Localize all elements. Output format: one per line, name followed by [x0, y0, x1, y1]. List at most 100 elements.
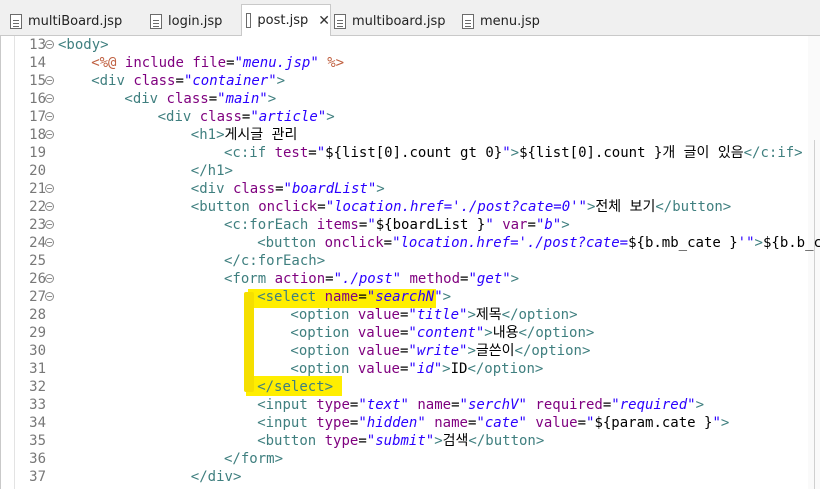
- code-token: >: [267, 91, 277, 107]
- code-token: <c:forEach: [224, 217, 317, 233]
- tab-multiboard-jsp[interactable]: multiboard.jsp: [330, 8, 446, 34]
- tab-label: post.jsp: [257, 13, 309, 28]
- code-line[interactable]: 24− <button onclick="location.href='./pos…: [0, 234, 820, 252]
- code-line[interactable]: 21− <div class="boardList">: [0, 180, 820, 198]
- fold-toggle-icon[interactable]: −: [45, 292, 54, 301]
- fold-toggle-icon[interactable]: −: [45, 112, 54, 121]
- code-token: 전체 보기: [595, 199, 656, 215]
- code-token: type: [316, 415, 350, 431]
- code-token: </form>: [224, 451, 284, 467]
- code-token: onclick: [324, 235, 384, 251]
- fold-toggle-icon[interactable]: −: [45, 202, 54, 211]
- code-line[interactable]: 26− <form action="./post" method="get">: [0, 270, 820, 288]
- code-line[interactable]: 34 <input type="hidden" name="cate" value…: [0, 414, 820, 432]
- code-token: %>: [318, 55, 345, 71]
- code-text: </h1>: [191, 162, 233, 180]
- code-token: ${b.b_caten: [762, 235, 820, 251]
- fold-toggle-icon[interactable]: −: [45, 220, 54, 229]
- code-token: 내용: [492, 325, 519, 341]
- code-token: <button: [190, 199, 259, 215]
- code-token: type: [316, 397, 350, 413]
- code-token: action: [274, 271, 326, 287]
- code-line[interactable]: 25 </c:forEach>: [0, 252, 820, 270]
- fold-toggle-icon[interactable]: −: [45, 184, 54, 193]
- code-line[interactable]: 35 <button type="submit">검색</button>: [0, 432, 820, 450]
- fold-toggle-icon[interactable]: −: [45, 130, 54, 139]
- code-token: =: [358, 289, 367, 305]
- code-token: name: [434, 415, 468, 431]
- code-token: test: [274, 145, 309, 161]
- code-token: "location.href='./post?cate=0'": [325, 199, 587, 215]
- fold-toggle-icon[interactable]: −: [45, 76, 54, 85]
- code-token: class: [232, 181, 276, 197]
- fold-toggle-icon[interactable]: −: [45, 238, 54, 247]
- code-token: ": [712, 415, 721, 431]
- code-line[interactable]: 22− <button onclick="location.href='./pos…: [0, 198, 820, 216]
- code-line[interactable]: 27− <select name="searchN">: [0, 288, 820, 306]
- code-token: 검색: [442, 433, 469, 449]
- tab-menu-jsp[interactable]: menu.jsp: [458, 8, 540, 34]
- code-line[interactable]: 36 </form>: [0, 450, 820, 468]
- code-line[interactable]: 20 </h1>: [0, 162, 820, 180]
- code-line[interactable]: 30 <option value="write">글쓴이</option>: [0, 342, 820, 360]
- code-line[interactable]: 16− <div class="main">: [0, 90, 820, 108]
- code-token: </select>: [257, 379, 334, 395]
- line-number: 22: [29, 199, 46, 215]
- code-line[interactable]: 17− <div class="article">: [0, 108, 820, 126]
- code-token: </option>: [501, 307, 578, 323]
- code-line[interactable]: 14 <%@ include file="menu.jsp" %>: [0, 54, 820, 72]
- code-token: =: [325, 271, 334, 287]
- code-line[interactable]: 28 <option value="title">제목</option>: [0, 306, 820, 324]
- code-token: "required": [611, 397, 696, 413]
- code-text: </select>: [257, 378, 333, 396]
- code-token: >: [376, 181, 385, 197]
- code-line[interactable]: 29 <option value="content">내용</option>: [0, 324, 820, 342]
- code-line[interactable]: 23− <c:forEach items="${boardList }" var=…: [0, 216, 820, 234]
- code-line[interactable]: 33 <input type="text" name="serchV" requi…: [0, 396, 820, 414]
- code-token: ${list[0].count gt 0}: [325, 145, 503, 161]
- code-token: value: [357, 325, 400, 341]
- code-token: <h1>: [190, 127, 225, 143]
- fold-toggle-icon[interactable]: −: [45, 274, 54, 283]
- code-line[interactable]: 32 </select>: [0, 378, 820, 396]
- tab-multiboard-jsp[interactable]: multiBoard.jsp: [6, 8, 122, 34]
- code-token: "submit": [366, 433, 435, 449]
- tab-login-jsp[interactable]: login.jsp: [146, 8, 222, 34]
- code-line[interactable]: 15− <div class="container">: [0, 72, 820, 90]
- code-text: <h1>게시글 관리: [191, 126, 298, 144]
- code-token: value: [535, 415, 578, 431]
- code-token: var: [502, 217, 528, 233]
- line-number: 32: [29, 379, 46, 395]
- tab-post-jsp[interactable]: post.jsp ✕: [241, 4, 331, 36]
- code-line[interactable]: 37 </div>: [0, 468, 820, 486]
- code-line[interactable]: 31 <option value="id">ID</option>: [0, 360, 820, 378]
- code-token: '": [737, 235, 755, 251]
- code-line[interactable]: 19 <c:if test="${list[0].count gt 0}">${l…: [0, 144, 820, 162]
- line-number: 36: [29, 451, 46, 467]
- line-number: 37: [29, 469, 46, 485]
- tab-label: menu.jsp: [480, 13, 540, 29]
- line-number: 27: [29, 289, 46, 305]
- fold-toggle-icon[interactable]: −: [45, 94, 54, 103]
- code-token: value: [357, 361, 400, 377]
- line-number: 34: [29, 415, 46, 431]
- code-token: <form: [224, 271, 275, 287]
- jsp-file-icon: [462, 13, 474, 29]
- code-token: =: [275, 181, 284, 197]
- code-token: >: [510, 271, 520, 287]
- code-token: >: [754, 235, 763, 251]
- code-text: <div class="main">: [124, 90, 276, 108]
- code-line[interactable]: 18− <h1>게시글 관리: [0, 126, 820, 144]
- code-text: <button onclick="location.href='./post?c…: [257, 234, 820, 252]
- code-token: <input: [257, 397, 317, 413]
- close-icon[interactable]: ✕: [318, 13, 330, 29]
- line-number: 18: [29, 127, 46, 143]
- code-line[interactable]: 13− <body>: [0, 36, 820, 54]
- code-token: "hidden": [358, 415, 426, 431]
- code-token: "serchV": [459, 397, 527, 413]
- code-token: =: [577, 415, 586, 431]
- code-token: <div: [91, 73, 134, 89]
- code-token: </c:forEach>: [224, 253, 326, 269]
- fold-toggle-icon[interactable]: −: [45, 40, 54, 49]
- code-token: 게시글 관리: [224, 127, 298, 143]
